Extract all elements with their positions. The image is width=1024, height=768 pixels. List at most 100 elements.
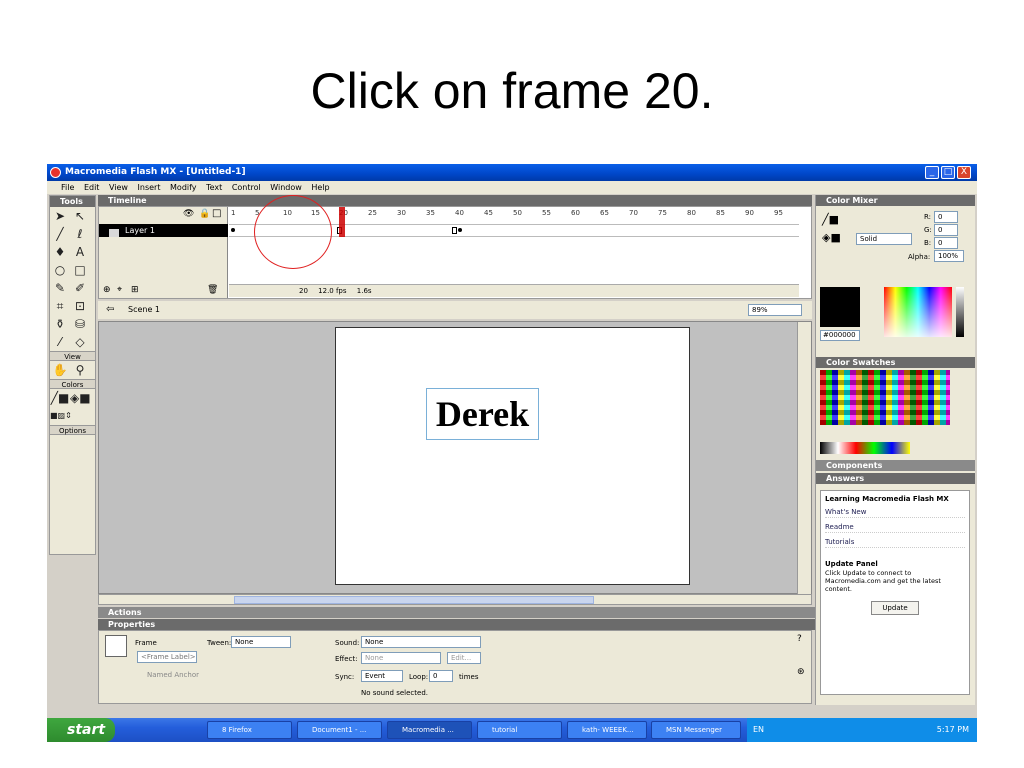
answers-header[interactable]: Answers bbox=[816, 473, 975, 484]
taskbar-item[interactable]: tutorial bbox=[477, 721, 562, 739]
free-transform-tool-icon[interactable]: ⌗ bbox=[50, 297, 70, 315]
add-guide-layer-icon[interactable]: ⌖ bbox=[117, 285, 122, 295]
timeline-body: 👁 🔒 □ Layer 1 ⊕ ⌖ ⊞ 🗑 1 5 10 15 20 25 30 bbox=[98, 206, 812, 299]
menu-edit[interactable]: Edit bbox=[84, 183, 100, 192]
delete-layer-icon[interactable]: 🗑 bbox=[207, 285, 218, 295]
frame-label: Frame bbox=[135, 639, 157, 647]
menu-text[interactable]: Text bbox=[206, 183, 222, 192]
zoom-tool-icon[interactable]: ⚲ bbox=[70, 361, 90, 379]
color-swatches-header[interactable]: Color Swatches bbox=[816, 357, 975, 368]
current-frame: 20 bbox=[299, 287, 308, 295]
text-tool-icon[interactable]: A bbox=[70, 243, 90, 261]
answers-title: Learning Macromedia Flash MX bbox=[825, 495, 949, 503]
fill-color-icon[interactable]: ◈■ bbox=[70, 389, 91, 407]
maximize-button[interactable]: □ bbox=[941, 166, 955, 179]
edit-button[interactable]: Edit... bbox=[447, 652, 481, 664]
gradient-swatches[interactable] bbox=[820, 442, 910, 454]
rectangle-tool-icon[interactable]: □ bbox=[70, 261, 90, 279]
sound-select[interactable]: None bbox=[361, 636, 481, 648]
eye-icon[interactable]: 👁 bbox=[183, 209, 194, 219]
taskbar-item[interactable]: kath- WEEEK... bbox=[567, 721, 647, 739]
close-button[interactable]: X bbox=[957, 166, 971, 179]
eyedropper-tool-icon[interactable]: ⁄ bbox=[50, 333, 70, 351]
sync-select[interactable]: Event bbox=[361, 670, 403, 682]
language-indicator[interactable]: EN bbox=[753, 725, 764, 734]
taskbar-item[interactable]: Document1 - ... bbox=[297, 721, 382, 739]
clock: 5:17 PM bbox=[936, 725, 969, 734]
components-header[interactable]: Components bbox=[816, 460, 975, 471]
loop-input[interactable]: 0 bbox=[429, 670, 453, 682]
subselect-tool-icon[interactable]: ↖ bbox=[70, 207, 90, 225]
zoom-select[interactable]: 89% bbox=[748, 304, 802, 316]
sync-label: Sync: bbox=[335, 673, 355, 681]
brush-tool-icon[interactable]: ✐ bbox=[70, 279, 90, 297]
r-input[interactable]: 0 bbox=[934, 211, 958, 223]
ink-bottle-tool-icon[interactable]: ⚱ bbox=[50, 315, 70, 333]
oval-tool-icon[interactable]: ○ bbox=[50, 261, 70, 279]
frame-number: 85 bbox=[716, 209, 725, 217]
outline-icon[interactable]: □ bbox=[212, 208, 221, 219]
tween-select[interactable]: None bbox=[231, 636, 291, 648]
minimize-button[interactable]: _ bbox=[925, 166, 939, 179]
g-input[interactable]: 0 bbox=[934, 224, 958, 236]
timeline-header[interactable]: Timeline bbox=[98, 195, 812, 206]
lock-icon[interactable]: 🔒 bbox=[199, 209, 210, 219]
color-spectrum[interactable] bbox=[884, 287, 952, 337]
help-icon[interactable]: ? bbox=[797, 634, 802, 644]
taskbar-item[interactable]: MSN Messenger bbox=[651, 721, 741, 739]
add-layer-icon[interactable]: ⊕ bbox=[103, 285, 111, 295]
menu-modify[interactable]: Modify bbox=[170, 183, 197, 192]
back-arrow-icon[interactable]: ⇦ bbox=[106, 301, 114, 319]
menu-window[interactable]: Window bbox=[270, 183, 302, 192]
update-button[interactable]: Update bbox=[871, 601, 919, 615]
tutorials-link[interactable]: Tutorials bbox=[825, 538, 965, 548]
taskbar-item-active[interactable]: Macromedia ... bbox=[387, 721, 472, 739]
eraser-tool-icon[interactable]: ◇ bbox=[70, 333, 90, 351]
effect-select[interactable]: None bbox=[361, 652, 441, 664]
paint-bucket-tool-icon[interactable]: ⛁ bbox=[70, 315, 90, 333]
whats-new-link[interactable]: What's New bbox=[825, 508, 965, 518]
stroke-color-icon[interactable]: ╱■ bbox=[822, 213, 839, 226]
hex-input[interactable]: #000000 bbox=[820, 330, 860, 341]
default-colors-icon[interactable]: ■▨⇕ bbox=[50, 407, 72, 425]
fill-color-icon[interactable]: ◈■ bbox=[822, 231, 841, 244]
named-anchor-checkbox[interactable]: Named Anchor bbox=[147, 671, 199, 679]
arrow-tool-icon[interactable]: ➤ bbox=[50, 207, 70, 225]
lasso-tool-icon[interactable]: ℓ bbox=[70, 225, 90, 243]
frame-rate: 12.0 fps bbox=[318, 287, 347, 295]
taskbar-item[interactable]: 8 Firefox bbox=[207, 721, 292, 739]
menu-help[interactable]: Help bbox=[311, 183, 329, 192]
readme-link[interactable]: Readme bbox=[825, 523, 965, 533]
insert-folder-icon[interactable]: ⊞ bbox=[131, 285, 139, 295]
hand-tool-icon[interactable]: ✋ bbox=[50, 361, 70, 379]
fill-type-select[interactable]: Solid bbox=[856, 233, 912, 245]
stage-canvas[interactable]: Derek bbox=[335, 327, 690, 585]
tools-header: Tools bbox=[50, 196, 95, 207]
frame-number: 30 bbox=[397, 209, 406, 217]
stroke-color-icon[interactable]: ╱■ bbox=[50, 389, 70, 407]
menu-insert[interactable]: Insert bbox=[138, 183, 161, 192]
menu-file[interactable]: File bbox=[61, 183, 74, 192]
color-mixer-header[interactable]: Color Mixer bbox=[816, 195, 975, 206]
pencil-tool-icon[interactable]: ✎ bbox=[50, 279, 70, 297]
b-input[interactable]: 0 bbox=[934, 237, 958, 249]
pen-tool-icon[interactable]: ♦ bbox=[50, 243, 70, 261]
accessibility-icon[interactable]: ⊛ bbox=[797, 667, 805, 677]
playhead[interactable] bbox=[339, 207, 345, 237]
menu-view[interactable]: View bbox=[109, 183, 128, 192]
frame-label-input[interactable]: <Frame Label> bbox=[137, 651, 197, 663]
stage-horizontal-scrollbar[interactable] bbox=[98, 594, 812, 605]
line-tool-icon[interactable]: ╱ bbox=[50, 225, 70, 243]
start-button[interactable]: start bbox=[47, 718, 115, 742]
brightness-slider[interactable] bbox=[956, 287, 964, 337]
stage-vertical-scrollbar[interactable] bbox=[797, 322, 811, 594]
scene-name[interactable]: Scene 1 bbox=[128, 305, 160, 314]
swatch-grid[interactable] bbox=[820, 370, 950, 425]
stage-text[interactable]: Derek bbox=[426, 388, 539, 440]
flash-logo-icon bbox=[50, 167, 61, 178]
fill-transform-tool-icon[interactable]: ⊡ bbox=[70, 297, 90, 315]
scroll-thumb[interactable] bbox=[234, 596, 594, 604]
menu-control[interactable]: Control bbox=[232, 183, 261, 192]
alpha-input[interactable]: 100% bbox=[934, 250, 964, 262]
frame-number: 45 bbox=[484, 209, 493, 217]
